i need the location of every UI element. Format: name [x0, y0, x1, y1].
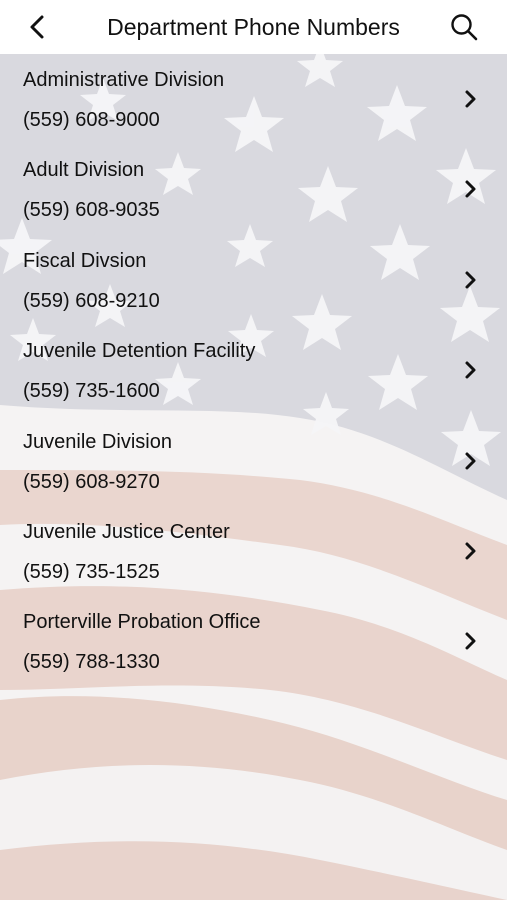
chevron-right-icon [465, 271, 476, 289]
chevron-right-icon [465, 361, 476, 379]
department-name: Fiscal Divsion [23, 249, 147, 272]
navigation-bar: Department Phone Numbers [0, 0, 507, 54]
chevron-right-icon [465, 180, 476, 198]
search-icon[interactable] [449, 12, 479, 42]
list-item-porterville-probation-office[interactable]: Porterville Probation Office (559) 788-1… [0, 596, 507, 686]
chevron-right-icon [465, 632, 476, 650]
department-list: Administrative Division (559) 608-9000 A… [0, 54, 507, 687]
list-item-juvenile-division[interactable]: Juvenile Division (559) 608-9270 [0, 416, 507, 506]
department-phone[interactable]: (559) 608-9035 [23, 199, 160, 222]
department-name: Juvenile Division [23, 430, 172, 453]
department-phone[interactable]: (559) 608-9270 [23, 471, 160, 494]
list-item-fiscal-division[interactable]: Fiscal Divsion (559) 608-9210 [0, 235, 507, 325]
department-name: Adult Division [23, 159, 145, 182]
department-name: Porterville Probation Office [23, 611, 261, 634]
list-item-juvenile-detention-facility[interactable]: Juvenile Detention Facility (559) 735-16… [0, 325, 507, 415]
page-title: Department Phone Numbers [107, 14, 400, 40]
department-name: Juvenile Detention Facility [23, 340, 256, 363]
list-item-administrative-division[interactable]: Administrative Division (559) 608-9000 [0, 54, 507, 144]
chevron-right-icon [465, 452, 476, 470]
department-name: Juvenile Justice Center [23, 520, 230, 543]
list-item-adult-division[interactable]: Adult Division (559) 608-9035 [0, 144, 507, 234]
chevron-right-icon [465, 90, 476, 108]
chevron-right-icon [465, 542, 476, 560]
department-phone[interactable]: (559) 735-1600 [23, 380, 160, 403]
department-phone[interactable]: (559) 608-9210 [23, 290, 160, 313]
department-phone[interactable]: (559) 788-1330 [23, 651, 160, 674]
list-item-juvenile-justice-center[interactable]: Juvenile Justice Center (559) 735-1525 [0, 506, 507, 596]
department-phone[interactable]: (559) 735-1525 [23, 561, 160, 584]
department-name: Administrative Division [23, 69, 225, 91]
department-phone[interactable]: (559) 608-9000 [23, 109, 160, 132]
